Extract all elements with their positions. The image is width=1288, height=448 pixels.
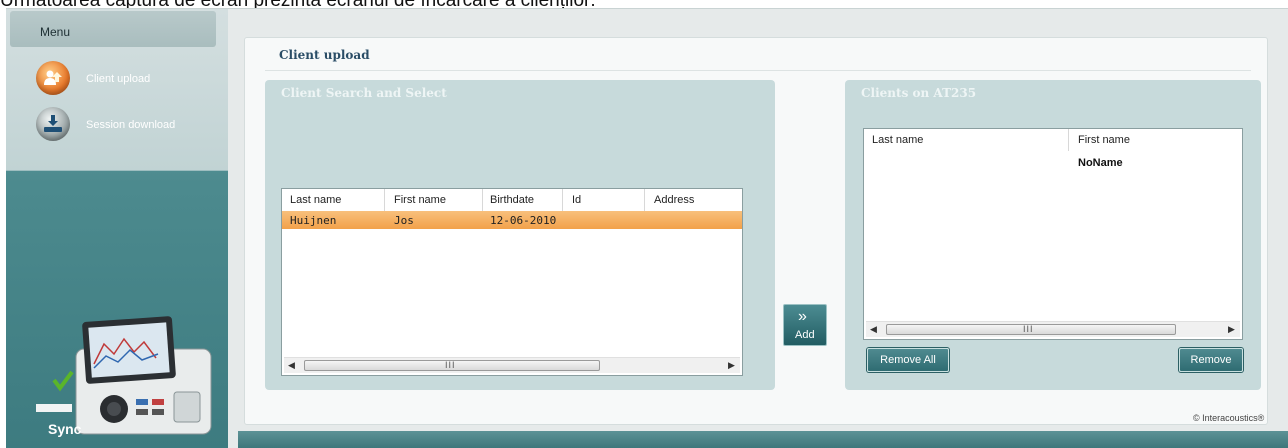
client-search-table[interactable]: Last name First name Birthdate Id Addres… xyxy=(281,188,743,376)
sidebar-menu-panel: Menu Client upload Session download xyxy=(6,9,228,171)
device-clients-group: Clients on AT235 Last name First name No… xyxy=(845,80,1261,390)
client-upload-icon xyxy=(36,61,70,95)
footer-bar xyxy=(238,431,1288,448)
client-search-group-title: Client Search and Select xyxy=(281,86,447,100)
column-header-last-name[interactable]: Last name xyxy=(290,194,341,206)
sidebar-item-session-download[interactable]: Session download xyxy=(36,107,222,143)
main-panel: Client upload Client Search and Select L… xyxy=(244,37,1268,425)
sidebar-item-label: Session download xyxy=(86,119,176,131)
scroll-left-icon[interactable]: ◀ xyxy=(288,360,295,371)
scroll-left-icon[interactable]: ◀ xyxy=(870,324,877,335)
cell-birthdate: 12-06-2010 xyxy=(490,214,557,227)
brand-label: © Interacoustics® xyxy=(1193,413,1265,423)
remove-button[interactable]: Remove xyxy=(1179,348,1243,372)
add-button-label: Add xyxy=(795,329,815,341)
scrollbar-thumb[interactable]: III xyxy=(304,360,600,371)
column-separator xyxy=(644,189,645,211)
sidebar-item-client-upload[interactable]: Client upload xyxy=(36,61,222,97)
menu-tab[interactable]: Menu xyxy=(10,11,216,47)
title-divider xyxy=(265,70,1251,71)
remove-all-button[interactable]: Remove All xyxy=(867,348,949,372)
scroll-right-icon[interactable]: ▶ xyxy=(1228,324,1235,335)
cell-first-name: Jos xyxy=(394,214,414,227)
column-separator xyxy=(482,189,483,211)
sync-application-window: Menu Client upload Session download Sync… xyxy=(6,8,1288,448)
column-header-first-name[interactable]: First name xyxy=(394,194,446,206)
sync-label: Sync xyxy=(48,421,82,437)
column-header-first-name[interactable]: First name xyxy=(1078,134,1130,146)
scrollbar-grip: III xyxy=(1023,324,1034,334)
page-title: Client upload xyxy=(279,48,370,62)
add-button[interactable]: » Add xyxy=(783,304,827,346)
scrollbar-grip: III xyxy=(445,360,456,370)
sidebar: Menu Client upload Session download Sync xyxy=(6,9,228,448)
cell-last-name: Huijnen xyxy=(290,214,337,227)
client-search-group: Client Search and Select Last name First… xyxy=(265,80,775,390)
table-row[interactable]: Huijnen Jos 12-06-2010 xyxy=(282,211,742,229)
column-header-address[interactable]: Address xyxy=(654,194,694,206)
cell-first-name: NoName xyxy=(1078,157,1123,169)
device-clients-group-title: Clients on AT235 xyxy=(861,86,977,100)
device-clients-table[interactable]: Last name First name NoName ◀ III ▶ xyxy=(863,128,1243,340)
column-separator xyxy=(384,189,385,211)
column-header-birthdate[interactable]: Birthdate xyxy=(490,194,534,206)
column-separator xyxy=(562,189,563,211)
menu-label: Menu xyxy=(40,25,71,39)
column-separator xyxy=(1068,129,1069,151)
session-download-icon xyxy=(36,107,70,141)
scroll-right-icon[interactable]: ▶ xyxy=(728,360,735,371)
scrollbar-thumb[interactable]: III xyxy=(886,324,1176,335)
table-header: Last name First name Birthdate Id Addres… xyxy=(282,189,742,211)
horizontal-scrollbar[interactable]: ◀ III ▶ xyxy=(284,357,740,373)
column-header-last-name[interactable]: Last name xyxy=(872,134,923,146)
horizontal-scrollbar[interactable]: ◀ III ▶ xyxy=(866,321,1240,337)
sidebar-item-label: Client upload xyxy=(86,73,151,85)
double-chevron-right-icon: » xyxy=(798,308,807,325)
table-header: Last name First name xyxy=(864,129,1242,151)
column-header-id[interactable]: Id xyxy=(572,194,581,206)
